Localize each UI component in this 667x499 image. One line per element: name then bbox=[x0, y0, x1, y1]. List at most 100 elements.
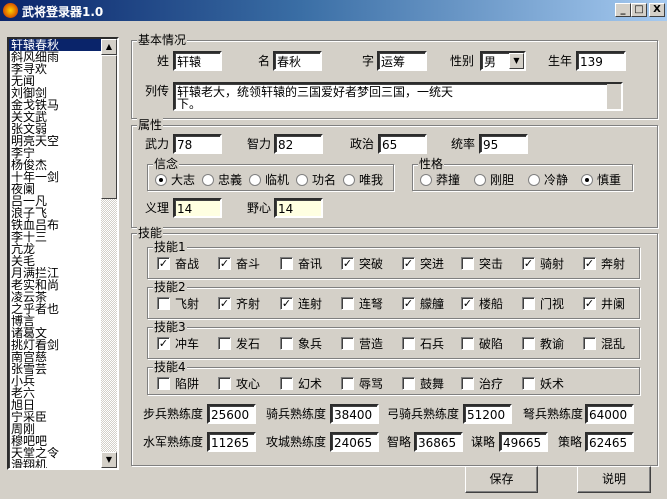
skill-checkbox[interactable]: 营造 bbox=[341, 335, 383, 352]
list-item[interactable]: 老六 bbox=[9, 387, 103, 399]
ambition-input[interactable]: 14 bbox=[274, 198, 323, 218]
proficiency-input[interactable]: 38400 bbox=[330, 404, 379, 424]
skill-checkbox[interactable]: ✓ 井阑 bbox=[583, 295, 625, 312]
surname-input[interactable]: 轩辕 bbox=[173, 51, 222, 71]
proficiency-input[interactable]: 11265 bbox=[207, 432, 256, 452]
war-input[interactable]: 78 bbox=[173, 134, 222, 154]
list-item[interactable]: 刘御剑 bbox=[9, 87, 103, 99]
list-item[interactable]: 夜阑 bbox=[9, 183, 103, 195]
radio-pers-radios-2[interactable]: 冷静 bbox=[528, 171, 568, 188]
list-item[interactable]: 旭日 bbox=[9, 399, 103, 411]
skill-checkbox[interactable]: 攻心 bbox=[218, 375, 260, 392]
skill-checkbox[interactable]: 破陷 bbox=[461, 335, 503, 352]
list-item[interactable]: 张雪芸 bbox=[9, 363, 103, 375]
list-item[interactable]: 老实和尚 bbox=[9, 279, 103, 291]
list-item[interactable]: 博言 bbox=[9, 315, 103, 327]
checkmark-icon[interactable]: ✓ bbox=[583, 257, 596, 270]
proficiency-input[interactable]: 25600 bbox=[207, 404, 256, 424]
list-item[interactable]: 周刚 bbox=[9, 423, 103, 435]
list-item[interactable]: 无闻 bbox=[9, 75, 103, 87]
list-item[interactable]: 浪子飞 bbox=[9, 207, 103, 219]
list-item[interactable]: 金戈铁马 bbox=[9, 99, 103, 111]
skill-checkbox[interactable]: 幻术 bbox=[280, 375, 322, 392]
leadership-input[interactable]: 95 bbox=[479, 134, 528, 154]
skill-checkbox[interactable]: 奋讯 bbox=[280, 255, 322, 272]
skill-checkbox[interactable]: 辱骂 bbox=[341, 375, 383, 392]
radio-circle-icon[interactable] bbox=[474, 173, 486, 186]
list-item[interactable]: 李寻欢 bbox=[9, 63, 103, 75]
skill-checkbox[interactable]: ✓ 奋战 bbox=[157, 255, 199, 272]
list-item[interactable]: 诸葛文 bbox=[9, 327, 103, 339]
checkbox-empty-icon[interactable] bbox=[522, 377, 535, 390]
checkbox-empty-icon[interactable] bbox=[583, 337, 596, 350]
list-item[interactable]: 铁血吕布 bbox=[9, 219, 103, 231]
list-item[interactable]: 关文武 bbox=[9, 111, 103, 123]
checkmark-icon[interactable]: ✓ bbox=[341, 257, 354, 270]
radio-circle-icon[interactable] bbox=[343, 173, 355, 186]
skill-checkbox[interactable]: 混乱 bbox=[583, 335, 625, 352]
checkmark-icon[interactable]: ✓ bbox=[157, 337, 170, 350]
list-item[interactable]: 斜风细雨 bbox=[9, 51, 103, 63]
skill-checkbox[interactable]: ✓ 骑射 bbox=[522, 255, 564, 272]
checkbox-empty-icon[interactable] bbox=[461, 257, 474, 270]
list-item[interactable]: 杨俊杰 bbox=[9, 159, 103, 171]
politics-input[interactable]: 65 bbox=[378, 134, 427, 154]
radio-circle-icon[interactable] bbox=[249, 173, 261, 186]
list-item[interactable]: 张文弱 bbox=[9, 123, 103, 135]
checkbox-empty-icon[interactable] bbox=[280, 377, 293, 390]
list-item[interactable]: 月满拦江 bbox=[9, 267, 103, 279]
skill-checkbox[interactable]: 门视 bbox=[522, 295, 564, 312]
checkbox-empty-icon[interactable] bbox=[280, 257, 293, 270]
checkmark-icon[interactable]: ✓ bbox=[402, 257, 415, 270]
radio-circle-icon[interactable] bbox=[296, 173, 308, 186]
skill-checkbox[interactable]: ✓ 奔射 bbox=[583, 255, 625, 272]
checkbox-empty-icon[interactable] bbox=[402, 337, 415, 350]
list-item[interactable]: 挑灯看剑 bbox=[9, 339, 103, 351]
minimize-button[interactable]: _ bbox=[615, 3, 631, 17]
skill-checkbox[interactable]: ✓ 冲车 bbox=[157, 335, 199, 352]
proficiency-input[interactable]: 51200 bbox=[463, 404, 512, 424]
list-item[interactable]: 滑翔机 bbox=[9, 459, 103, 468]
style-name-input[interactable]: 运筹 bbox=[377, 51, 427, 71]
list-item[interactable]: 明亮天空 bbox=[9, 135, 103, 147]
radio-belief-radios-4[interactable]: 唯我 bbox=[343, 171, 383, 188]
list-item[interactable]: 吕一凡 bbox=[9, 195, 103, 207]
scroll-down-arrow-icon[interactable]: ▼ bbox=[101, 452, 117, 468]
scroll-up-arrow-icon[interactable]: ▲ bbox=[101, 39, 117, 55]
skill-checkbox[interactable]: 陷阱 bbox=[157, 375, 199, 392]
skill-checkbox[interactable]: 飞射 bbox=[157, 295, 199, 312]
help-button[interactable]: 说明 bbox=[577, 466, 651, 493]
skill-checkbox[interactable]: 鼓舞 bbox=[402, 375, 444, 392]
radio-circle-icon[interactable] bbox=[581, 173, 593, 186]
general-list[interactable]: 轩辕春秋 斜风细雨 李寻欢 无闻 刘御剑 金戈铁马 关文武 张文弱 明亮天空 李宁 杨俊杰 十年一剑夜… bbox=[7, 37, 119, 470]
maximize-button[interactable]: □ bbox=[631, 3, 647, 17]
checkbox-empty-icon[interactable] bbox=[522, 297, 535, 310]
list-item[interactable]: 宁采臣 bbox=[9, 411, 103, 423]
checkbox-empty-icon[interactable] bbox=[402, 377, 415, 390]
name-input[interactable]: 春秋 bbox=[273, 51, 322, 71]
radio-belief-radios-1[interactable]: 忠義 bbox=[202, 171, 242, 188]
proficiency-input[interactable]: 62465 bbox=[585, 432, 634, 452]
radio-pers-radios-0[interactable]: 莽撞 bbox=[420, 171, 460, 188]
skill-checkbox[interactable]: 象兵 bbox=[280, 335, 322, 352]
proficiency-input[interactable]: 36865 bbox=[414, 432, 463, 452]
list-item[interactable]: 凌云茶 bbox=[9, 291, 103, 303]
skill-checkbox[interactable]: 石兵 bbox=[402, 335, 444, 352]
intelligence-input[interactable]: 82 bbox=[274, 134, 323, 154]
skill-checkbox[interactable]: 治疗 bbox=[461, 375, 503, 392]
skill-checkbox[interactable]: 连弩 bbox=[341, 295, 383, 312]
proficiency-input[interactable]: 49665 bbox=[499, 432, 548, 452]
biography-textarea[interactable]: 轩辕老大，统领轩辕的三国爱好者梦回三国，一统天下。 bbox=[173, 82, 623, 111]
list-item[interactable]: 亢龙 bbox=[9, 243, 103, 255]
checkbox-empty-icon[interactable] bbox=[461, 337, 474, 350]
list-item[interactable]: 李宁 bbox=[9, 147, 103, 159]
checkmark-icon[interactable]: ✓ bbox=[218, 257, 231, 270]
skill-checkbox[interactable]: ✓ 突进 bbox=[402, 255, 444, 272]
proficiency-input[interactable]: 24065 bbox=[330, 432, 379, 452]
list-item[interactable]: 小兵 bbox=[9, 375, 103, 387]
chevron-down-icon[interactable]: ▼ bbox=[509, 53, 524, 69]
radio-circle-icon[interactable] bbox=[420, 173, 432, 186]
checkbox-empty-icon[interactable] bbox=[341, 297, 354, 310]
radio-circle-icon[interactable] bbox=[155, 173, 167, 186]
checkmark-icon[interactable]: ✓ bbox=[157, 257, 170, 270]
